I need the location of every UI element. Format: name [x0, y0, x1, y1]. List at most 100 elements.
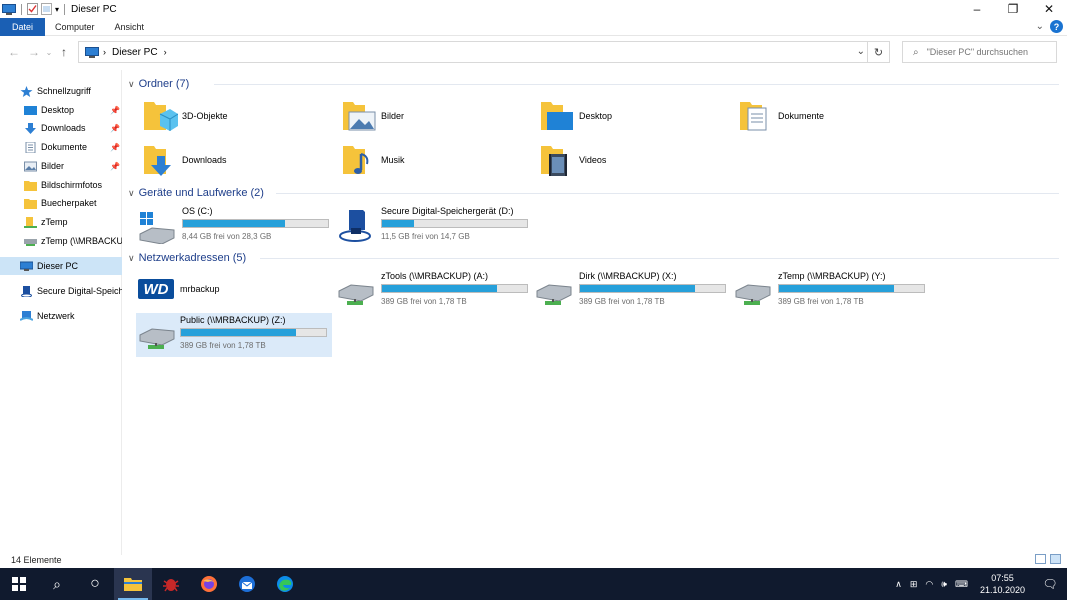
address-dropdown-icon[interactable]: ⌄: [857, 46, 865, 57]
group-header-network[interactable]: ∨ Netzwerkadressen (5): [128, 250, 246, 266]
this-pc-icon: [85, 46, 99, 58]
up-arrow-icon[interactable]: ↑: [54, 45, 74, 59]
restore-button[interactable]: ❐: [995, 0, 1031, 18]
sidebar-item-bildschirmfotos[interactable]: Bildschirmfotos: [0, 176, 122, 194]
minimize-button[interactable]: –: [959, 0, 995, 18]
music-folder-icon: [343, 146, 369, 174]
forward-arrow-icon[interactable]: →: [24, 45, 44, 59]
sidebar-item-quick-access[interactable]: Schnellzugriff: [0, 82, 122, 100]
address-row: ← → ⌄ ↑ › Dieser PC › ⌄ ↻ ⌕: [0, 38, 1067, 66]
edge-taskbar-icon[interactable]: [266, 568, 304, 600]
desktop-icon: [24, 105, 37, 115]
breadcrumb-separator-icon[interactable]: ›: [103, 47, 106, 57]
back-arrow-icon[interactable]: ←: [4, 45, 24, 59]
file-explorer-taskbar-icon[interactable]: [114, 568, 152, 600]
this-pc-icon: [20, 261, 33, 271]
new-folder-icon[interactable]: [41, 3, 52, 15]
navigation-pane: Schnellzugriff Desktop 📌 Downloads 📌 Dok…: [0, 70, 122, 555]
search-taskbar-icon[interactable]: ⌕: [38, 568, 76, 600]
refresh-icon[interactable]: ↻: [868, 41, 890, 63]
folder-downloads[interactable]: Downloads: [140, 140, 335, 180]
taskbar: ⌕ ○ ∧ ⊞ ◠ 🕪 ⌨ 07:55 21.10.2020 🗨: [0, 568, 1067, 600]
help-icon[interactable]: ?: [1050, 20, 1063, 33]
sidebar-item-documents[interactable]: Dokumente 📌: [0, 138, 122, 156]
group-divider: [276, 193, 1059, 194]
tab-datei[interactable]: Datei: [0, 17, 46, 36]
collapse-chevron-icon[interactable]: ∨: [128, 253, 135, 264]
usage-fill: [382, 220, 414, 227]
collapse-chevron-icon[interactable]: ∨: [128, 188, 135, 199]
sidebar-item-downloads[interactable]: Downloads 📌: [0, 119, 122, 137]
pictures-icon: [24, 161, 37, 171]
volume-icon[interactable]: 🕪: [941, 579, 947, 590]
recent-locations-icon[interactable]: ⌄: [44, 48, 54, 57]
breadcrumb-this-pc[interactable]: Dieser PC: [112, 47, 158, 58]
folder-music[interactable]: Musik: [339, 140, 534, 180]
tab-ansicht[interactable]: Ansicht: [105, 18, 155, 36]
network-tray-icon[interactable]: ⊞: [910, 579, 918, 590]
tab-computer[interactable]: Computer: [45, 18, 105, 36]
sidebar-item-ztemp-network[interactable]: zTemp (\\MRBACKUP) (Y:): [0, 232, 122, 250]
usage-bar: [180, 328, 327, 337]
search-input[interactable]: [926, 47, 1047, 57]
keyboard-icon[interactable]: ⌨: [955, 579, 968, 590]
network-mrbackup[interactable]: WD mrbackup: [138, 269, 333, 309]
network-drive-icon: [536, 284, 572, 305]
status-bar: 14 Elemente: [0, 553, 1067, 567]
close-button[interactable]: ✕: [1031, 0, 1067, 18]
usage-fill: [779, 285, 894, 292]
folder-icon: [24, 198, 37, 209]
sidebar-item-buecherpaket[interactable]: Buecherpaket: [0, 194, 122, 212]
folder-videos[interactable]: Videos: [537, 140, 732, 180]
network-drive-x[interactable]: Dirk (\\MRBACKUP) (X:) 389 GB frei von 1…: [535, 269, 735, 313]
firefox-taskbar-icon[interactable]: [190, 568, 228, 600]
folder-pictures[interactable]: Bilder: [339, 96, 534, 136]
customize-toolbar-dropdown-icon[interactable]: ▾: [55, 5, 59, 14]
sidebar-item-pictures[interactable]: Bilder 📌: [0, 157, 122, 175]
properties-icon[interactable]: [27, 3, 38, 15]
drive-c[interactable]: OS (C:) 8,44 GB frei von 28,3 GB: [138, 204, 338, 248]
usage-fill: [183, 220, 285, 227]
group-header-drives[interactable]: ∨ Geräte und Laufwerke (2): [128, 185, 264, 201]
pin-icon[interactable]: 📌: [110, 143, 120, 152]
group-divider: [214, 84, 1059, 85]
sidebar-item-network[interactable]: Netzwerk: [0, 307, 122, 325]
network-drive-y[interactable]: zTemp (\\MRBACKUP) (Y:) 389 GB frei von …: [734, 269, 934, 313]
pin-icon[interactable]: 📌: [110, 106, 120, 115]
breadcrumb-chevron-icon[interactable]: ›: [164, 47, 167, 57]
search-box[interactable]: ⌕: [902, 41, 1057, 63]
drive-d[interactable]: Secure Digital-Speichergerät (D:) 11,5 G…: [337, 204, 537, 248]
clock[interactable]: 07:55 21.10.2020: [980, 572, 1025, 596]
details-view-icon[interactable]: [1035, 554, 1046, 564]
network-drive-icon: [139, 328, 175, 349]
group-header-folders[interactable]: ∨ Ordner (7): [128, 76, 189, 92]
wifi-icon[interactable]: ◠: [925, 579, 933, 590]
sidebar-item-ztemp[interactable]: zTemp: [0, 213, 122, 231]
downloads-folder-icon: [144, 146, 171, 176]
videos-folder-icon: [541, 146, 567, 176]
task-view-icon[interactable]: ○: [76, 568, 114, 600]
usage-bar: [579, 284, 726, 293]
folder-3d-objects[interactable]: 3D-Objekte: [140, 96, 335, 136]
bug-app-taskbar-icon[interactable]: [152, 568, 190, 600]
network-drive-z[interactable]: Public (\\MRBACKUP) (Z:) 389 GB frei von…: [136, 313, 332, 357]
pin-icon[interactable]: 📌: [110, 124, 120, 133]
network-drive-icon: [338, 284, 374, 305]
expand-ribbon-icon[interactable]: ⌄: [1036, 21, 1044, 32]
sidebar-item-sd-card[interactable]: Secure Digital-Speichergerät (D:): [0, 282, 122, 300]
3d-objects-folder-icon: [144, 102, 178, 131]
sidebar-item-desktop[interactable]: Desktop 📌: [0, 101, 122, 119]
thunderbird-taskbar-icon[interactable]: [228, 568, 266, 600]
show-hidden-icons-icon[interactable]: ∧: [895, 579, 902, 590]
address-bar[interactable]: › Dieser PC › ⌄: [78, 41, 868, 63]
pin-icon[interactable]: 📌: [110, 162, 120, 171]
notifications-icon[interactable]: 🗨: [1033, 568, 1067, 600]
folder-documents[interactable]: Dokumente: [736, 96, 931, 136]
folder-desktop[interactable]: Desktop: [537, 96, 732, 136]
collapse-chevron-icon[interactable]: ∨: [128, 79, 135, 90]
sidebar-item-this-pc[interactable]: Dieser PC: [0, 257, 122, 275]
start-button[interactable]: [0, 568, 38, 600]
network-drive-icon: [24, 238, 37, 246]
large-icons-view-icon[interactable]: [1050, 554, 1061, 564]
network-drive-a[interactable]: zTools (\\MRBACKUP) (A:) 389 GB frei von…: [337, 269, 537, 313]
